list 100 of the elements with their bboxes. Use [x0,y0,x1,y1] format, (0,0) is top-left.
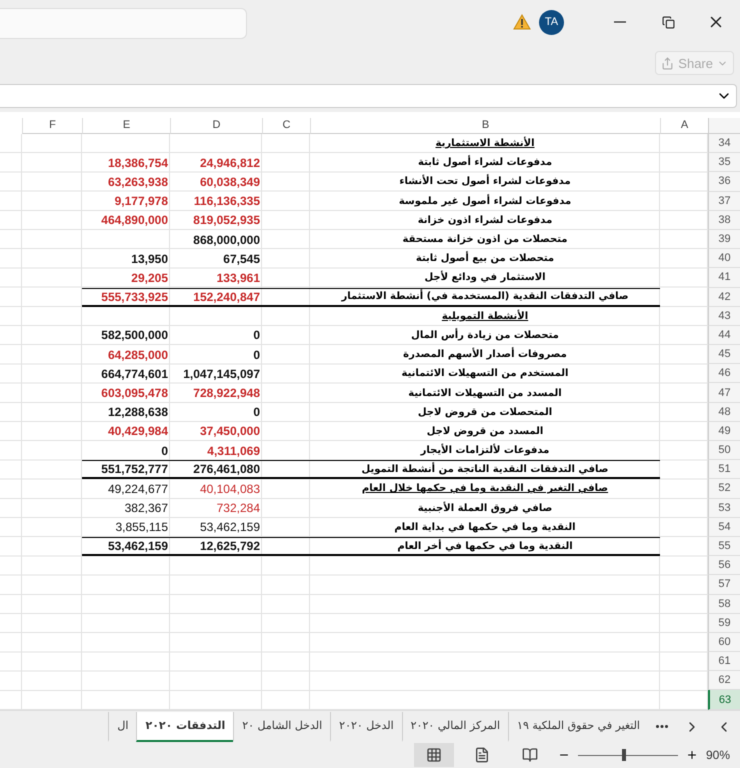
number-cell-text: 603,095,478 [100,385,169,402]
number-cell-text: 63,263,938 [106,174,169,191]
row-number[interactable]: 48 [708,402,740,422]
label-cell-text: الأنشطة التمويلية [440,308,530,324]
label-cell-text: مدفوعات لشراء أصول تحت الأنشاء [398,173,572,190]
row-number[interactable]: 62 [708,671,740,690]
row-number[interactable]: 37 [708,192,740,211]
row-number[interactable]: 43 [708,306,740,326]
number-cell-text: 4,311,069 [206,442,261,460]
row-number[interactable]: 57 [708,575,740,594]
number-cell-text: 0 [252,327,261,344]
row-number[interactable]: 35 [708,153,740,172]
row-number[interactable]: 52 [708,479,740,499]
number-cell-text: 64,285,000 [106,346,169,364]
number-cell-text: 152,240,847 [192,288,261,305]
row-number[interactable]: 60 [708,632,740,652]
number-cell-text: 276,461,080 [192,461,261,478]
number-cell-text: 12,625,792 [198,538,261,554]
number-cell-text: 29,205 [130,270,169,287]
view-button[interactable] [414,743,454,767]
book-icon [522,747,538,763]
label-cell-text: مدفوعات لشراء اذون خزانة [416,214,554,228]
row-number[interactable]: 50 [708,441,740,460]
row-number[interactable]: 34 [708,134,740,154]
number-cell-text: 24,946,812 [198,154,261,172]
row-number[interactable]: 44 [708,326,740,346]
number-cell-text: 49,224,677 [106,480,169,498]
row-number[interactable]: 49 [708,422,740,441]
row-number[interactable]: 63 [708,690,740,710]
label-cell-text: النقدية وما في حكمها في بداية العام [393,520,577,535]
row-number[interactable]: 47 [708,383,740,403]
label-cell-text: صافي فروق العملة الأجنبية [416,500,554,516]
number-cell-text: 67,545 [222,250,261,268]
number-cell-text: 551,752,777 [100,461,169,478]
label-cell-text: متحصلات من اذون خزانة مستحقة [402,233,568,248]
minimize-icon [614,21,626,23]
number-cell-text: 40,104,083 [198,480,261,498]
grid-icon [426,747,442,763]
number-cell-text: 116,136,335 [192,193,261,210]
number-cell-text: 868,000,000 [192,232,261,249]
number-cell-text: 3,855,115 [114,519,169,536]
number-cell-text: 133,961 [216,270,261,287]
search-field[interactable] [0,8,247,38]
share-icon [661,56,674,70]
label-cell-text: صافي التدفقات النقدية الناتجة من أنشطة التمويل [360,461,610,477]
number-cell-text: 53,462,159 [198,519,261,536]
number-cell-text: 60,038,349 [198,174,261,191]
row-number[interactable]: 53 [708,498,740,518]
row-number[interactable]: 40 [708,249,740,268]
label-cell-text: متحصلات من بيع أصول ثابتة [414,250,556,266]
row-number[interactable]: 45 [708,345,740,364]
number-cell-text: 0 [160,442,169,460]
number-cell-text: 53,462,159 [106,538,169,554]
row-number[interactable]: 41 [708,268,740,288]
label-cell-text: مصروفات أصدار الأسهم المصدرة [402,346,568,362]
label-cell-text: مدفوعات لشراء أصول غير ملموسة [398,193,572,209]
zoom-level: 90% [706,748,730,762]
number-cell-text: 555,733,925 [100,288,169,305]
ellipsis-icon [656,725,668,728]
number-cell-text: 18,386,754 [106,154,169,172]
number-cell-text: 664,774,601 [100,366,169,383]
row-number[interactable]: 51 [708,460,740,480]
number-cell-text: 40,429,984 [106,423,169,440]
number-cell-text: 0 [252,404,261,422]
label-cell-text: صافي التدفقات النقدية (المستخدمة في) أنشطة الاستثمار [340,288,630,304]
restore-icon [662,16,674,28]
number-cell-text: 0 [252,346,261,364]
row-number[interactable]: 58 [708,594,740,614]
row-number[interactable]: 38 [708,210,740,230]
number-cell-text: 464,890,000 [100,212,169,230]
label-cell-text: متحصلات من زيادة رأس المال [410,327,560,343]
row-number[interactable]: 56 [708,556,740,576]
row-number[interactable]: 46 [708,364,740,384]
row-number[interactable]: 54 [708,518,740,537]
zoom-in-icon[interactable] [686,749,698,761]
row-number[interactable]: 42 [708,288,740,307]
row-number[interactable]: 59 [708,614,740,633]
label-cell-text: النقدية وما في حكمها في أخر العام [396,538,574,554]
label-cell-text: المستخدم من التسهيلات الائتمانية [400,367,570,382]
number-cell-text: 582,500,000 [100,327,169,344]
number-cell-text: 732,284 [216,500,261,518]
number-cell-text: 13,950 [130,250,169,268]
row-number[interactable]: 55 [708,536,740,556]
row-number[interactable]: 36 [708,172,740,192]
sheet-tab[interactable]: التدفقات ٢٠٢٠ [136,712,234,742]
warning-icon[interactable] [513,14,531,30]
label-cell-text: المتحصلات من قروض لاجل [416,406,554,420]
label-cell-text: المسدد من التسهيلات الائتمانية [407,386,563,401]
user-avatar[interactable]: TA [539,10,564,34]
page-icon [474,747,490,763]
label-cell-text: مدفوعات لشراء أصول ثابتة [417,154,554,170]
number-cell-text: 728,922,948 [192,385,261,402]
row-number[interactable]: 61 [708,652,740,672]
label-cell-text: الاستثمار في ودائع لأجل [423,270,547,286]
label-cell-text: المسدد من قروض لاجل [426,424,544,439]
label-cell-text: صافي التغير في النقدية وما في حكمها خلال العام [360,482,610,496]
row-number[interactable]: 39 [708,230,740,250]
number-cell-text: 819,052,935 [192,212,261,230]
zoom-thumb[interactable] [622,749,626,761]
number-cell-text: 1,047,145,097 [182,366,261,383]
